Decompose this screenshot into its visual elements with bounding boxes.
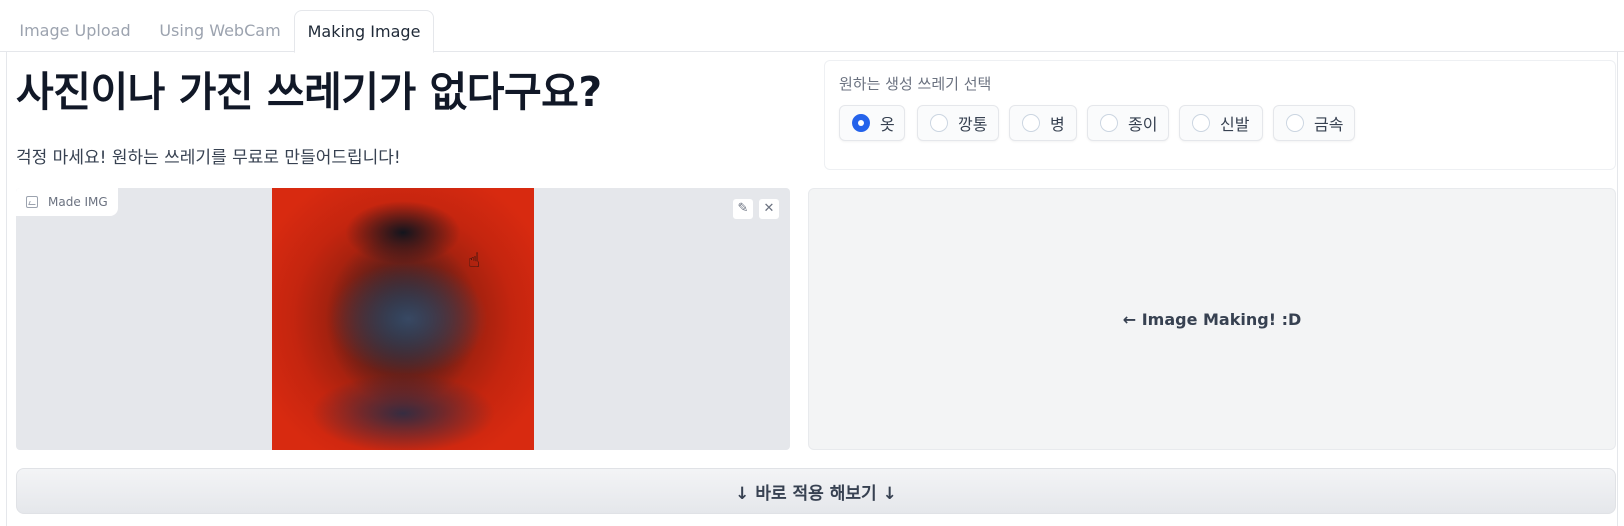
tab-using-webcam[interactable]: Using WebCam <box>148 10 292 52</box>
image-badge: Made IMG <box>16 188 118 216</box>
radio-unselected-icon <box>1100 114 1118 132</box>
page-title: 사진이나 가진 쓰레기가 없다구요? <box>16 68 602 116</box>
tab-making-image[interactable]: Making Image <box>294 10 434 53</box>
radio-option-paper[interactable]: 종이 <box>1087 105 1169 141</box>
radio-option-label: 신발 <box>1220 115 1250 134</box>
radio-unselected-icon <box>1192 114 1210 132</box>
radio-option-label: 옷 <box>880 115 895 134</box>
radio-option-label: 종이 <box>1128 115 1158 134</box>
radio-option-metal[interactable]: 금속 <box>1273 105 1355 141</box>
close-icon[interactable]: ✕ <box>758 198 780 220</box>
radio-option-label: 병 <box>1050 115 1065 134</box>
radio-option-label: 깡통 <box>958 115 988 134</box>
tab-image-upload[interactable]: Image Upload <box>8 10 142 52</box>
apply-button[interactable]: ↓ 바로 적용 해보기 ↓ <box>16 468 1616 514</box>
radio-option-label: 금속 <box>1314 115 1344 134</box>
radio-option-clothes[interactable]: 옷 <box>839 105 905 141</box>
page-subtitle: 걱정 마세요! 원하는 쓰레기를 무료로 만들어드립니다! <box>16 148 401 168</box>
panel-border-right <box>1617 52 1618 526</box>
made-image-panel: Made IMG ☝ ✎ ✕ <box>16 188 790 450</box>
radio-unselected-icon <box>930 114 948 132</box>
selector-label: 원하는 생성 쓰레기 선택 <box>839 75 992 93</box>
image-badge-label: Made IMG <box>48 195 108 209</box>
generated-image <box>272 188 534 450</box>
output-placeholder-text: ← Image Making! :D <box>1122 309 1302 329</box>
radio-option-can[interactable]: 깡통 <box>917 105 999 141</box>
radio-option-bottle[interactable]: 병 <box>1009 105 1077 141</box>
hand-cursor-icon: ☝ <box>468 248 481 272</box>
radio-option-shoes[interactable]: 신발 <box>1179 105 1263 141</box>
tab-bar: Image Upload Using WebCam Making Image <box>0 0 1624 53</box>
radio-selected-icon <box>852 114 870 132</box>
pencil-icon[interactable]: ✎ <box>732 198 754 220</box>
image-icon <box>26 196 38 208</box>
radio-unselected-icon <box>1022 114 1040 132</box>
panel-border-left <box>6 52 7 526</box>
output-panel: ← Image Making! :D <box>808 188 1616 450</box>
radio-unselected-icon <box>1286 114 1304 132</box>
trash-type-selector: 원하는 생성 쓰레기 선택 옷 깡통 병 종이 신발 금속 <box>824 60 1616 170</box>
